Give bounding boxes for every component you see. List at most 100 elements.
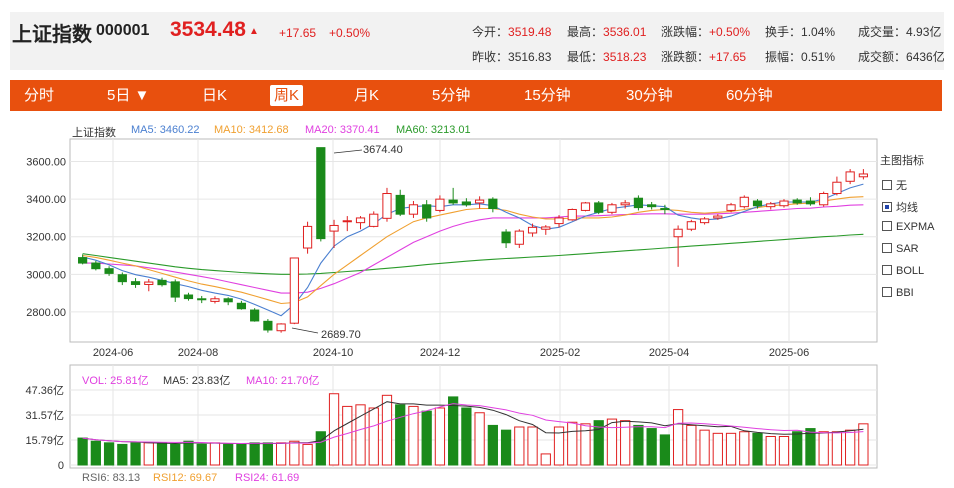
volume-bar-down [183, 440, 194, 466]
indicator-none[interactable]: 无 [882, 177, 907, 193]
volume-bar-up [514, 426, 525, 466]
candle-down [78, 257, 88, 264]
volume-bar-down [262, 442, 274, 466]
candle-down [183, 294, 194, 300]
candle-up [726, 204, 736, 211]
volume-bar-up [540, 453, 551, 466]
low-annotation-label: 2689.70 [321, 329, 361, 341]
candle-up [302, 225, 313, 249]
volume-bar-down [461, 407, 472, 466]
indicator-sar[interactable]: SAR [882, 243, 919, 255]
checkbox-ma[interactable] [882, 202, 892, 212]
volume-bar-up [778, 435, 790, 466]
volume-bar-down [77, 437, 88, 466]
checkbox-none[interactable] [882, 180, 892, 190]
candle-up [382, 193, 392, 219]
candle-up [210, 298, 220, 302]
candle-up [819, 193, 829, 206]
volume-bar-down [421, 410, 432, 466]
volume-bar-up [408, 405, 419, 466]
x-tick-label: 2025-02 [540, 347, 580, 359]
candle-down [170, 281, 180, 298]
indicator-expma[interactable]: EXPMA [882, 221, 935, 233]
candle-up [329, 224, 339, 232]
candle-down [91, 262, 101, 270]
candle-up [845, 171, 855, 182]
candle-up [435, 198, 445, 211]
candle-up [554, 217, 564, 225]
volume-bar-up [474, 412, 485, 466]
volume-bar-down [500, 429, 512, 466]
candle-up [369, 213, 379, 227]
kline-chart: 2800.00 3000.00 3200.00 3400.00 3600.00 2024… [25, 138, 878, 472]
volume-bar-up [434, 407, 446, 466]
volume-bar-up [381, 394, 393, 466]
y-tick-label: 3000.00 [26, 269, 66, 281]
candle-up [527, 226, 538, 234]
volume-bar-down [752, 432, 763, 466]
indicator-bbi[interactable]: BBI [882, 287, 914, 299]
x-tick-label: 2024-12 [420, 347, 460, 359]
candle-up [541, 226, 551, 230]
volume-bar-up [209, 442, 221, 466]
checkbox-bbi[interactable] [882, 287, 892, 297]
candle-up [144, 281, 154, 285]
candle-down [647, 204, 657, 208]
candle-down [805, 200, 816, 205]
volume-y-axis: 47.36亿 31.57亿 15.79亿 0 [25, 384, 64, 472]
volume-bar-down [103, 442, 115, 466]
candle-up [739, 196, 749, 208]
candle-down [461, 201, 471, 206]
candle-up [408, 204, 419, 215]
volume-bar-down [633, 424, 644, 466]
volume-bar-up [289, 440, 300, 466]
volume-bar-down [236, 443, 247, 466]
x-tick-label: 2025-04 [649, 347, 689, 359]
candle-up [580, 202, 591, 211]
volume-bar-up [527, 426, 538, 466]
volume-bar-up [818, 431, 829, 466]
indicator-boll[interactable]: BOLL [882, 265, 924, 277]
candle-down [236, 302, 247, 310]
candle-down [223, 298, 233, 303]
volume-bar-down [805, 428, 816, 466]
volume-bar-down [117, 443, 128, 466]
candle-up [779, 200, 789, 207]
volume-bar-up [275, 442, 287, 466]
volume-bar-down [196, 443, 207, 466]
volume-bar-up [725, 432, 737, 466]
rsi-legend-12: RSI12: 69.67 [153, 472, 218, 484]
candle-up [355, 217, 366, 224]
volume-bar-up [765, 435, 776, 466]
x-tick-label: 2024-06 [93, 347, 133, 359]
candle-down [422, 204, 432, 219]
y-tick-label: 3600.00 [26, 157, 66, 169]
volume-bar-down [170, 443, 181, 466]
volume-bar-up [686, 424, 697, 466]
x-tick-label: 2024-08 [178, 347, 218, 359]
checkbox-expma[interactable] [882, 221, 892, 231]
candle-down [448, 199, 458, 204]
checkbox-sar[interactable] [882, 243, 892, 253]
volume-bar-up [143, 442, 154, 466]
candle-down [660, 208, 670, 211]
high-annotation-label: 3674.40 [363, 144, 403, 156]
x-tick-label: 2025-06 [769, 347, 809, 359]
candle-up [514, 230, 524, 245]
volume-bar-up [368, 407, 379, 466]
candle-up [342, 220, 352, 223]
rsi-legend-6: RSI6: 83.13 [82, 472, 141, 484]
indicator-title: 主图指标 [880, 155, 924, 167]
candle-down [792, 199, 802, 204]
candle-down [130, 281, 141, 285]
vol-y-tick-label: 31.57亿 [25, 409, 64, 422]
candle-down [250, 309, 260, 322]
volume-bar-up [672, 409, 684, 466]
candle-up [607, 204, 617, 213]
candle-up [832, 181, 842, 195]
volume-bar-down [156, 442, 168, 466]
candle-up [766, 203, 776, 208]
indicator-ma[interactable]: 均线 [882, 199, 918, 215]
checkbox-boll[interactable] [882, 265, 892, 275]
candle-down [752, 200, 763, 207]
